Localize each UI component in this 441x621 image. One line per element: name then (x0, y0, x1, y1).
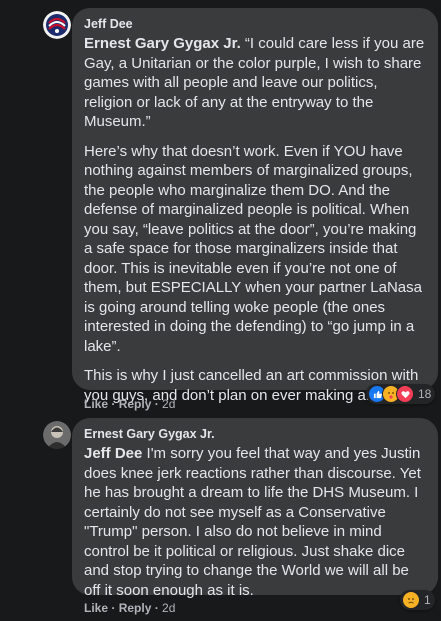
comment-paragraph: Here’s why that doesn’t work. Even if YO… (84, 142, 422, 355)
separator: · (151, 397, 163, 411)
comment-bubble: Ernest Gary Gygax Jr. Jeff Dee I'm sorry… (72, 418, 438, 599)
avatar-photo-icon (43, 421, 71, 449)
reaction-summary[interactable]: 1 (400, 590, 435, 610)
comment-text: Jeff Dee I'm sorry you feel that way and… (84, 444, 426, 600)
comment-actions: Like · Reply · 2d (84, 397, 175, 411)
separator: · (108, 601, 119, 615)
reaction-summary[interactable]: 18 (366, 384, 436, 404)
avatar[interactable] (43, 11, 71, 39)
reply-button[interactable]: Reply (119, 397, 152, 411)
comment-actions: Like · Reply · 2d (84, 601, 175, 615)
separator: · (108, 397, 119, 411)
comment-quote: Ernest Gary Gygax Jr. “I could care less… (84, 34, 426, 132)
reaction-count: 18 (418, 387, 432, 401)
reaction-count: 1 (424, 593, 431, 607)
comment-author[interactable]: Ernest Gary Gygax Jr. (84, 426, 426, 442)
mention-link[interactable]: Ernest Gary Gygax Jr. (84, 35, 241, 52)
avatar[interactable] (43, 421, 71, 449)
reply-button[interactable]: Reply (119, 601, 152, 615)
sad-icon (402, 591, 420, 609)
separator: · (151, 601, 163, 615)
like-button[interactable]: Like (84, 397, 108, 411)
avatar-logo-icon (43, 11, 71, 39)
timestamp[interactable]: 2d (162, 601, 175, 615)
reply-text: I'm sorry you feel that way and yes Just… (84, 445, 421, 599)
timestamp[interactable]: 2d (162, 397, 175, 411)
comment-bubble: Jeff Dee Ernest Gary Gygax Jr. “I could … (72, 8, 438, 404)
like-button[interactable]: Like (84, 601, 108, 615)
mention-link[interactable]: Jeff Dee (84, 445, 142, 462)
comment-author[interactable]: Jeff Dee (84, 16, 426, 32)
love-icon (396, 385, 414, 403)
